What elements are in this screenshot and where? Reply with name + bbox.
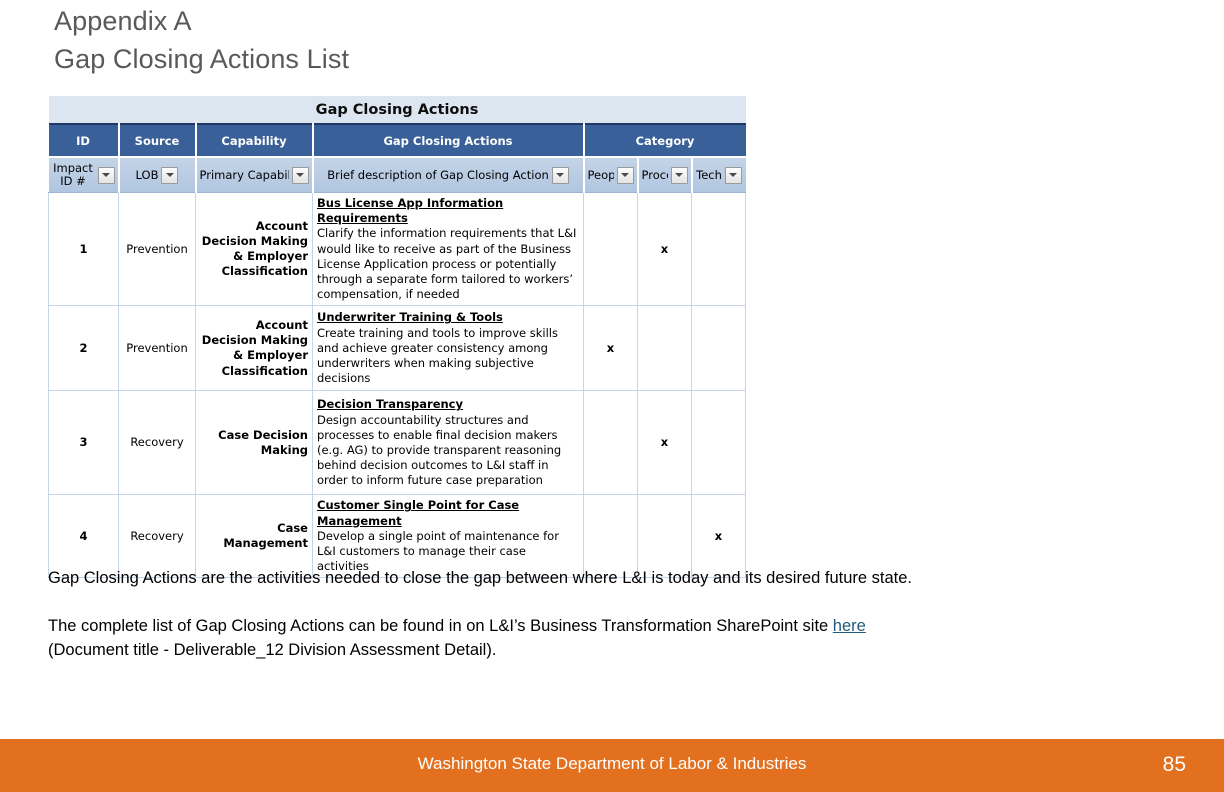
action-title: Decision Transparency (317, 397, 463, 412)
cell-process: x (637, 191, 692, 307)
cell-capability: Account Decision Making & Employer Class… (195, 305, 313, 392)
filter-cell-process[interactable]: Proce (636, 157, 693, 193)
filter-cell-lob[interactable]: LOB (117, 157, 197, 193)
cell-people (583, 191, 638, 307)
group-header-actions: Gap Closing Actions (311, 123, 585, 158)
cell-id: 3 (48, 390, 119, 496)
paragraph-2-after: (Document title - Deliverable_12 Divisio… (48, 641, 497, 659)
action-title: Bus License App Information Requirements (317, 196, 504, 226)
gap-closing-actions-table: Gap Closing Actions ID Source Capability… (48, 96, 747, 579)
cell-description: Underwriter Training & Tools Create trai… (312, 305, 584, 392)
filter-label-process: Proce (641, 168, 668, 182)
filter-label-impact-id: Impact ID # (53, 162, 93, 188)
cell-capability: Case Decision Making (195, 390, 313, 496)
body-copy: Gap Closing Actions are the activities n… (48, 566, 1168, 662)
cell-technology (690, 305, 747, 392)
cell-source: Prevention (118, 191, 196, 307)
page-number: 85 (1162, 753, 1186, 776)
action-body: Design accountability structures and pro… (317, 412, 562, 488)
cell-id: 2 (48, 305, 119, 392)
table-row: 2 Prevention Account Decision Making & E… (48, 305, 747, 392)
chevron-down-icon[interactable] (551, 166, 569, 184)
footer-bar: Washington State Department of Labor & I… (0, 739, 1224, 792)
cell-source: Recovery (118, 390, 196, 496)
filter-label-description: Brief description of Gap Closing Action (327, 168, 549, 182)
table-caption-row: Gap Closing Actions (48, 96, 746, 124)
filter-cell-impact-id[interactable]: Impact ID # (48, 157, 120, 193)
page-title: Appendix A Gap Closing Actions List (54, 2, 814, 78)
action-title: Underwriter Training & Tools (317, 310, 503, 325)
filter-label-lob: LOB (135, 168, 159, 182)
chevron-down-icon[interactable] (724, 166, 742, 184)
chevron-down-icon[interactable] (161, 166, 179, 184)
paragraph-1: Gap Closing Actions are the activities n… (48, 569, 913, 587)
filter-label-technology: Tech (696, 168, 722, 182)
cell-source: Prevention (118, 305, 196, 392)
filter-cell-description[interactable]: Brief description of Gap Closing Action (311, 157, 585, 193)
group-header-capability: Capability (194, 123, 314, 158)
filter-label-primary-capability: Primary Capabil (199, 168, 289, 182)
chevron-down-icon[interactable] (616, 166, 634, 184)
filter-cell-technology[interactable]: Tech (690, 157, 746, 193)
filter-label-people: Peop' (587, 168, 614, 182)
cell-people: x (583, 305, 638, 392)
sharepoint-link[interactable]: here (833, 617, 866, 635)
page-title-line-2: Gap Closing Actions List (54, 44, 350, 74)
table-caption: Gap Closing Actions (48, 96, 746, 124)
cell-capability: Account Decision Making & Employer Class… (195, 191, 313, 307)
cell-people (583, 390, 638, 496)
cell-technology (690, 191, 747, 307)
table-group-header-row: ID Source Capability Gap Closing Actions… (48, 123, 746, 158)
action-body: Clarify the information requirements tha… (317, 226, 577, 302)
table-row: 3 Recovery Case Decision Making Decision… (48, 390, 747, 496)
chevron-down-icon[interactable] (291, 166, 309, 184)
cell-technology (690, 390, 747, 496)
table-row: 1 Prevention Account Decision Making & E… (48, 191, 747, 307)
paragraph-2: The complete list of Gap Closing Actions… (48, 614, 1168, 662)
footer-organization: Washington State Department of Labor & I… (417, 754, 807, 773)
cell-process: x (637, 390, 692, 496)
table: Gap Closing Actions ID Source Capability… (48, 96, 747, 579)
cell-description: Bus License App Information Requirements… (312, 191, 584, 307)
group-header-id: ID (48, 123, 120, 158)
cell-description: Decision Transparency Design accountabil… (312, 390, 584, 496)
action-body: Create training and tools to improve ski… (317, 325, 558, 386)
cell-id: 1 (48, 191, 119, 307)
action-title: Customer Single Point for Case Managemen… (317, 498, 520, 528)
chevron-down-icon[interactable] (97, 166, 115, 184)
group-header-source: Source (117, 123, 197, 158)
paragraph-2-before: The complete list of Gap Closing Actions… (48, 617, 833, 635)
filter-cell-people[interactable]: Peop' (582, 157, 639, 193)
table-filter-row: Impact ID # LOB Primary Capabil Brief de… (48, 157, 746, 193)
group-header-category: Category (582, 123, 746, 158)
filter-cell-primary-capability[interactable]: Primary Capabil (194, 157, 314, 193)
chevron-down-icon[interactable] (670, 166, 688, 184)
page-title-line-1: Appendix A (54, 6, 192, 36)
cell-process (637, 305, 692, 392)
